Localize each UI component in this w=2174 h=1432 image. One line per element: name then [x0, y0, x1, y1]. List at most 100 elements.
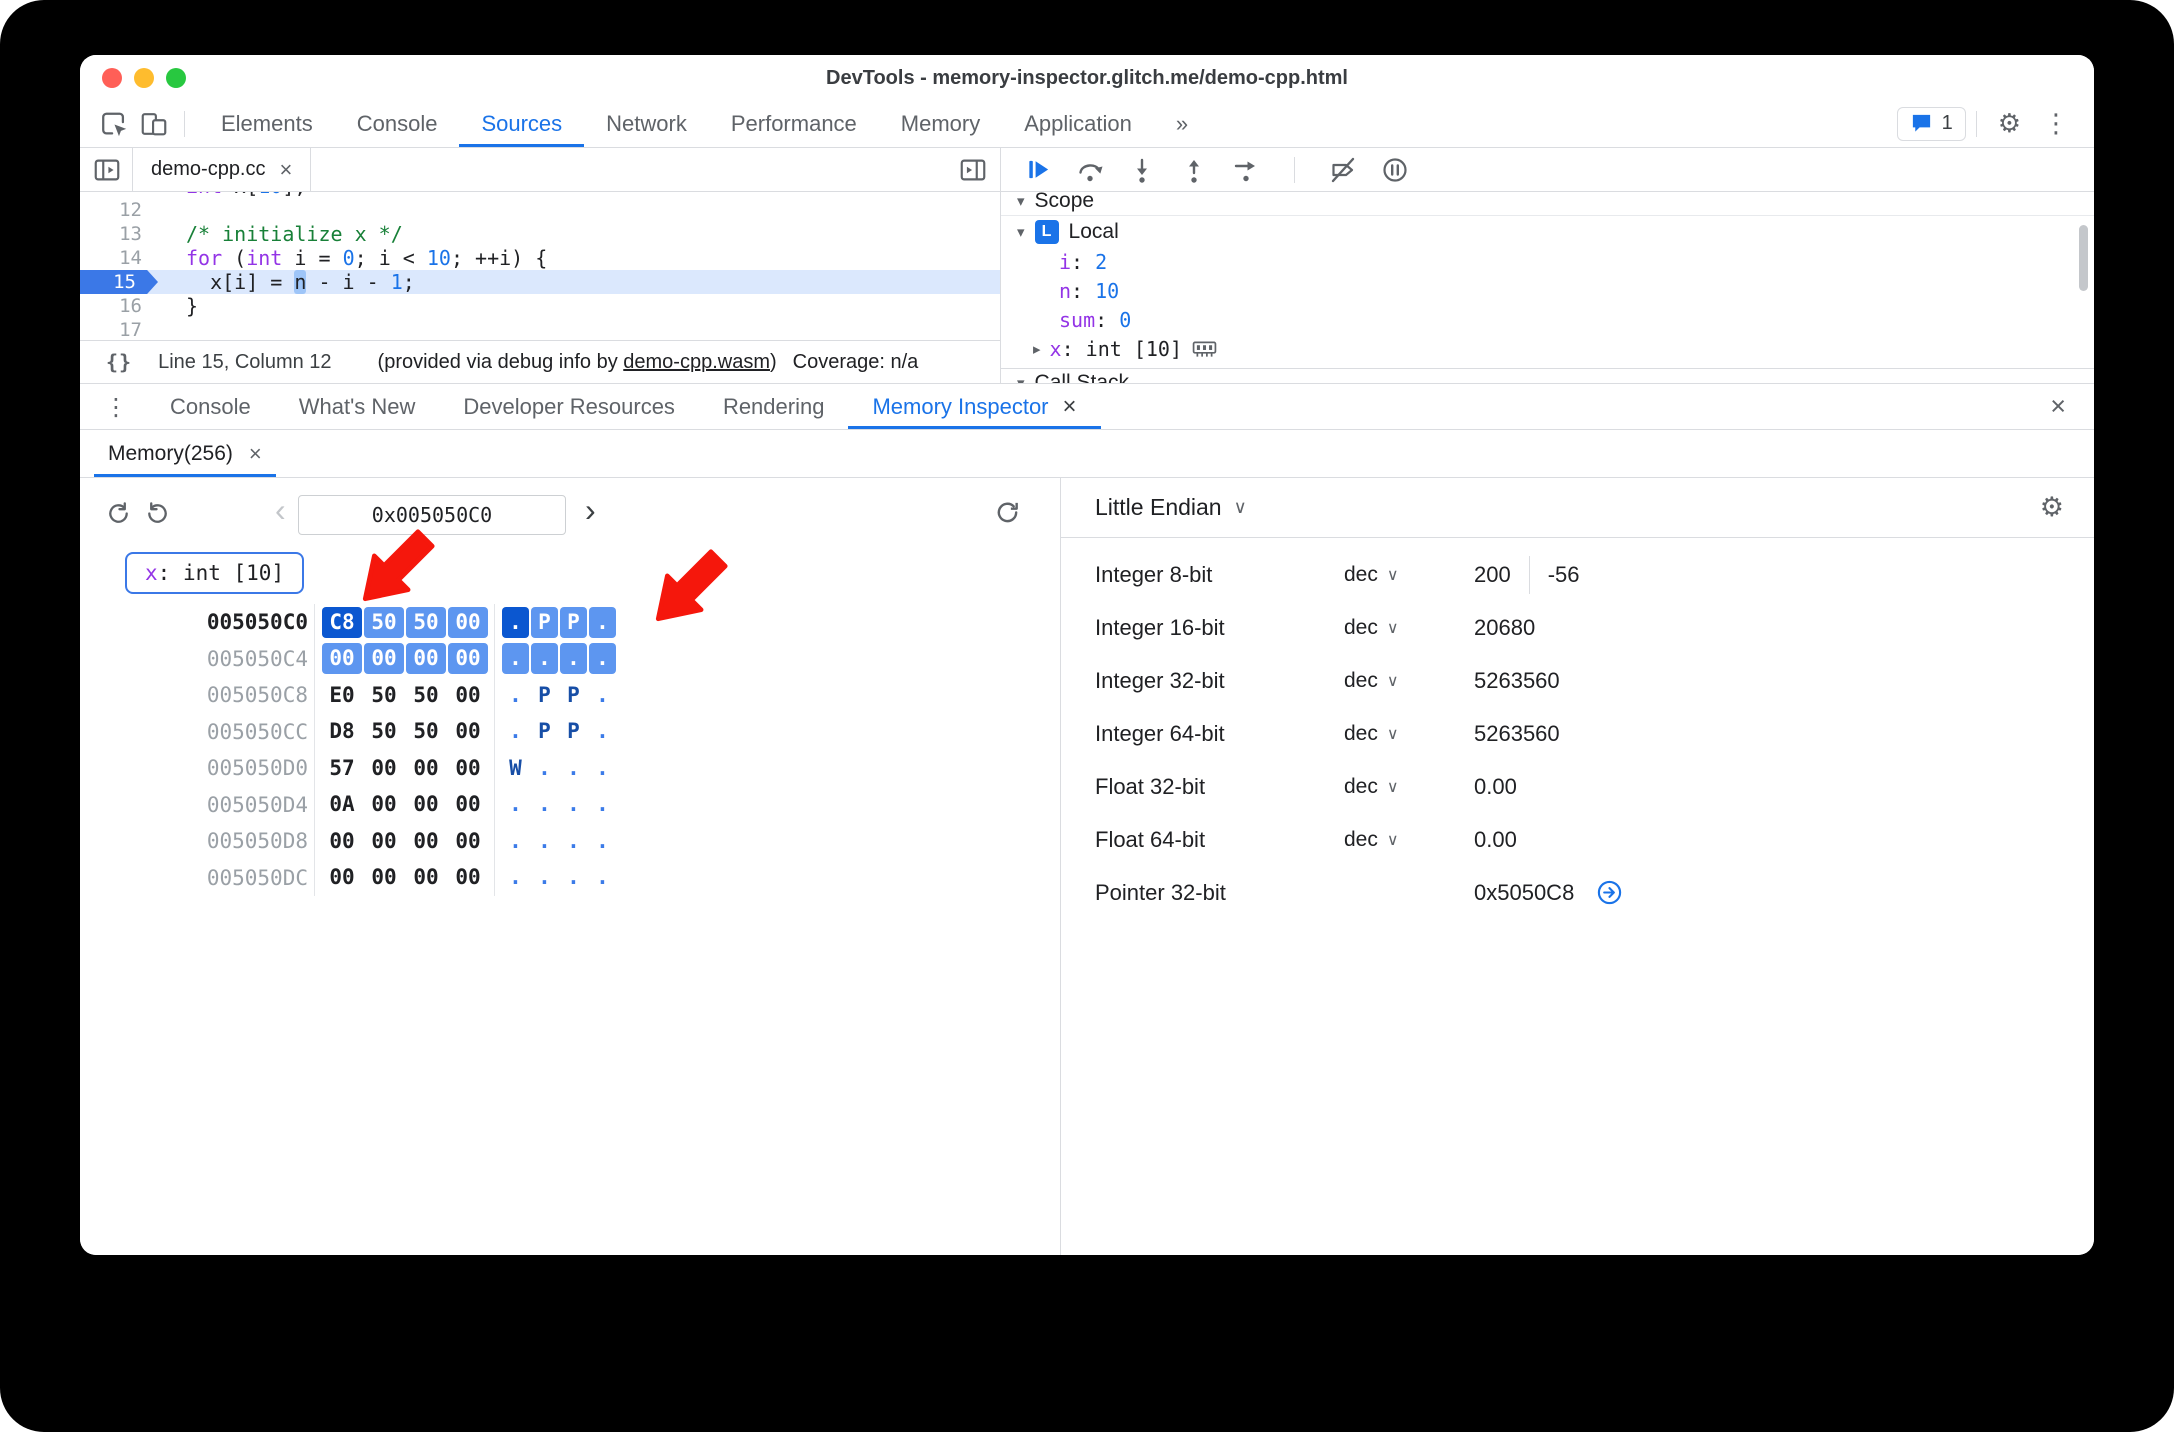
- memory-byte[interactable]: 00: [448, 680, 488, 711]
- memory-byte[interactable]: 00: [364, 862, 404, 893]
- code-text[interactable]: [158, 198, 186, 222]
- memory-byte[interactable]: 00: [322, 862, 362, 893]
- memory-byte[interactable]: 50: [364, 606, 404, 638]
- drawer-tab-memory-inspector[interactable]: Memory Inspector ×: [848, 384, 1100, 429]
- tab-sources[interactable]: Sources: [459, 100, 584, 147]
- memory-ascii[interactable]: W: [502, 753, 529, 784]
- refresh-icon[interactable]: [994, 499, 1021, 526]
- memory-tab[interactable]: Memory(256) ×: [94, 430, 276, 477]
- scope-variable-x[interactable]: ▸ x: int [10]: [1001, 335, 2094, 364]
- close-icon[interactable]: ×: [249, 441, 262, 467]
- memory-ascii[interactable]: P: [560, 716, 587, 747]
- tab-memory[interactable]: Memory: [879, 100, 1002, 147]
- show-debugger-panel-icon[interactable]: [958, 155, 988, 185]
- format-dropdown[interactable]: dec ∨: [1344, 616, 1474, 640]
- memory-ascii[interactable]: .: [502, 826, 529, 857]
- tab-performance[interactable]: Performance: [709, 100, 879, 147]
- memory-byte[interactable]: 50: [406, 606, 446, 638]
- memory-ascii[interactable]: .: [531, 753, 558, 784]
- drawer-tab-developer-resources[interactable]: Developer Resources: [439, 384, 699, 429]
- code-text[interactable]: for (int i = 0; i < 10; ++i) {: [158, 246, 547, 270]
- close-window-button[interactable]: [102, 68, 122, 88]
- memory-ascii[interactable]: .: [589, 680, 616, 711]
- line-number[interactable]: 17: [80, 318, 158, 340]
- line-number[interactable]: 12: [80, 198, 158, 222]
- memory-byte[interactable]: D8: [322, 716, 362, 747]
- memory-ascii[interactable]: P: [560, 680, 587, 711]
- memory-byte[interactable]: 57: [322, 753, 362, 784]
- format-dropdown[interactable]: dec ∨: [1344, 828, 1474, 852]
- memory-ascii[interactable]: P: [531, 680, 558, 711]
- drawer-tab-console[interactable]: Console: [146, 384, 275, 429]
- memory-ascii[interactable]: .: [589, 643, 616, 675]
- memory-byte[interactable]: 00: [406, 862, 446, 893]
- memory-ascii[interactable]: .: [531, 862, 558, 893]
- memory-byte[interactable]: 50: [364, 680, 404, 711]
- memory-ascii[interactable]: .: [502, 680, 529, 711]
- scope-local-row[interactable]: ▾ L Local: [1001, 216, 2094, 248]
- redo-icon[interactable]: [144, 500, 171, 527]
- maximize-window-button[interactable]: [166, 68, 186, 88]
- pause-on-exceptions-icon[interactable]: [1381, 156, 1409, 184]
- issues-counter[interactable]: 1: [1896, 106, 1966, 141]
- address-forward-icon[interactable]: ›: [585, 492, 596, 529]
- memory-byte[interactable]: C8: [322, 606, 362, 638]
- memory-byte[interactable]: 00: [406, 789, 446, 820]
- memory-byte[interactable]: 00: [406, 826, 446, 857]
- memory-byte[interactable]: 00: [364, 826, 404, 857]
- memory-ascii[interactable]: .: [589, 862, 616, 893]
- address-back-icon[interactable]: ‹: [275, 492, 286, 529]
- call-stack-section-header[interactable]: ▾ Call Stack: [1001, 371, 1129, 383]
- jump-to-pointer-icon[interactable]: [1596, 879, 1623, 906]
- memory-byte[interactable]: 00: [364, 753, 404, 784]
- memory-ascii[interactable]: .: [531, 643, 558, 675]
- memory-ascii[interactable]: .: [502, 716, 529, 747]
- device-toolbar-icon[interactable]: [134, 104, 174, 144]
- memory-byte[interactable]: 00: [448, 789, 488, 820]
- memory-byte[interactable]: 00: [448, 862, 488, 893]
- memory-ascii[interactable]: .: [502, 862, 529, 893]
- more-options-kebab-icon[interactable]: ⋮: [2032, 109, 2080, 139]
- line-number[interactable]: 14: [80, 246, 158, 270]
- memory-ascii[interactable]: .: [560, 643, 587, 675]
- memory-object-tag[interactable]: x: int [10]: [125, 552, 305, 594]
- pretty-print-braces-icon[interactable]: {}: [106, 350, 132, 374]
- memory-byte[interactable]: 00: [406, 643, 446, 675]
- settings-gear-icon[interactable]: ⚙: [1987, 109, 2032, 139]
- file-tab-demo-cpp[interactable]: demo-cpp.cc ×: [132, 147, 312, 192]
- tab-more[interactable]: »: [1154, 100, 1210, 147]
- memory-ascii[interactable]: .: [589, 753, 616, 784]
- memory-byte[interactable]: 00: [448, 753, 488, 784]
- format-dropdown[interactable]: dec ∨: [1344, 775, 1474, 799]
- memory-ascii[interactable]: .: [560, 826, 587, 857]
- memory-ascii[interactable]: .: [531, 826, 558, 857]
- wasm-file-link[interactable]: demo-cpp.wasm: [623, 351, 770, 373]
- deactivate-breakpoints-icon[interactable]: [1329, 156, 1357, 184]
- scope-variable[interactable]: n: 10: [1001, 277, 2094, 306]
- memory-byte[interactable]: 00: [448, 643, 488, 675]
- minimize-window-button[interactable]: [134, 68, 154, 88]
- drawer-tab-rendering[interactable]: Rendering: [699, 384, 849, 429]
- scrollbar-thumb[interactable]: [2079, 225, 2088, 291]
- memory-ascii[interactable]: P: [531, 716, 558, 747]
- format-dropdown[interactable]: dec ∨: [1344, 563, 1474, 587]
- undo-icon[interactable]: [105, 500, 132, 527]
- step-icon[interactable]: [1232, 156, 1260, 184]
- memory-ascii[interactable]: P: [531, 606, 558, 638]
- line-number[interactable]: 15: [80, 270, 158, 294]
- step-into-icon[interactable]: [1128, 156, 1156, 184]
- memory-byte[interactable]: 00: [406, 753, 446, 784]
- memory-byte[interactable]: E0: [322, 680, 362, 711]
- memory-ascii[interactable]: .: [560, 753, 587, 784]
- memory-byte[interactable]: 00: [364, 643, 404, 675]
- memory-byte[interactable]: 00: [364, 789, 404, 820]
- code-text[interactable]: }: [158, 294, 198, 318]
- tab-network[interactable]: Network: [584, 100, 709, 147]
- tab-application[interactable]: Application: [1002, 100, 1154, 147]
- memory-ascii[interactable]: .: [589, 826, 616, 857]
- memory-ascii[interactable]: .: [502, 643, 529, 675]
- step-out-icon[interactable]: [1180, 156, 1208, 184]
- code-text[interactable]: /* initialize x */: [158, 222, 403, 246]
- resume-script-icon[interactable]: [1025, 156, 1052, 183]
- close-icon[interactable]: ×: [280, 157, 293, 183]
